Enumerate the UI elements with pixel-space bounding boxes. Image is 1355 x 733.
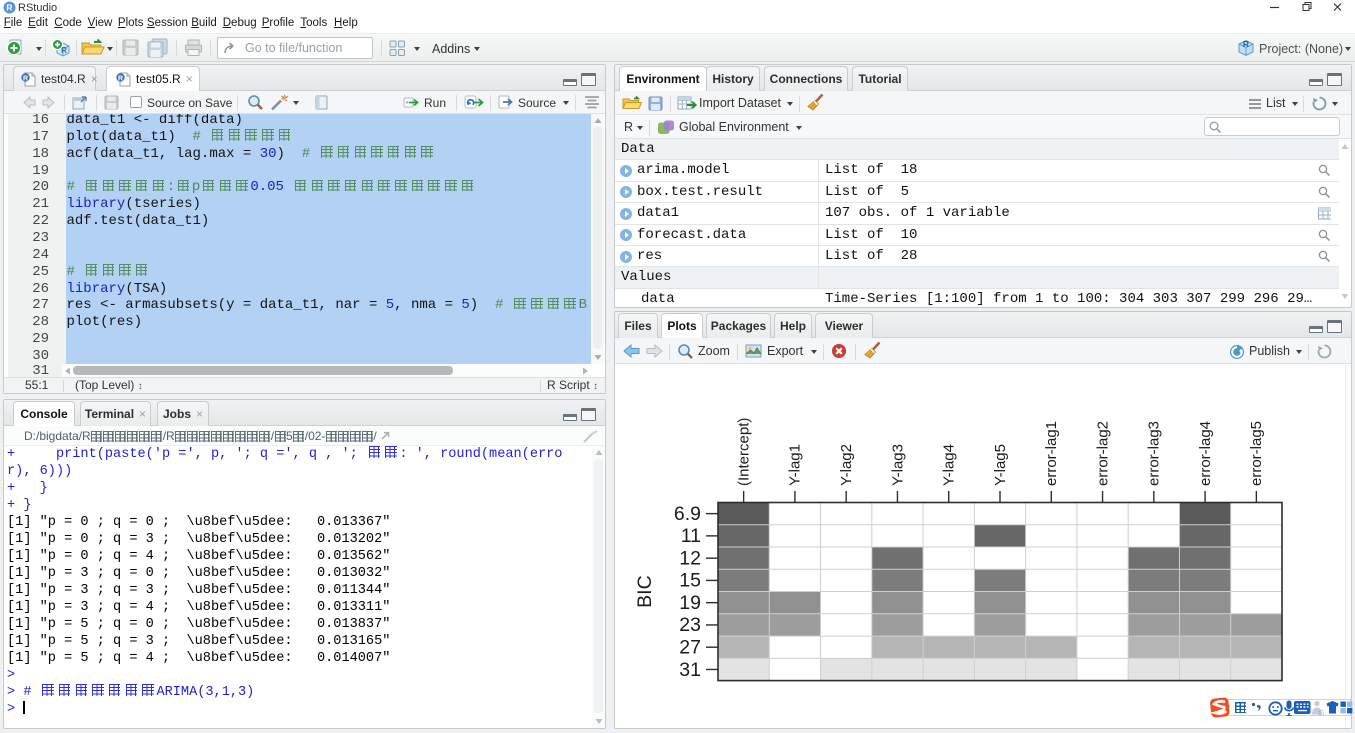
svg-text:error-lag2: error-lag2 — [1094, 421, 1111, 486]
svg-text:error-lag3: error-lag3 — [1146, 421, 1163, 486]
svg-text:Y-lag1: Y-lag1 — [787, 444, 804, 486]
svg-text:error-lag1: error-lag1 — [1043, 421, 1060, 486]
svg-text:6.9: 6.9 — [674, 503, 701, 525]
svg-text:15: 15 — [679, 570, 701, 592]
svg-text:BIC: BIC — [634, 575, 656, 608]
svg-text:23: 23 — [679, 614, 701, 636]
svg-text:Y-lag5: Y-lag5 — [992, 444, 1009, 486]
svg-text:19: 19 — [679, 592, 701, 614]
svg-text:error-lag5: error-lag5 — [1248, 421, 1265, 486]
svg-text:Y-lag2: Y-lag2 — [838, 444, 855, 486]
svg-text:R: R — [23, 75, 28, 82]
svg-text:11: 11 — [681, 525, 701, 547]
svg-text:R: R — [6, 3, 12, 13]
svg-text:(Intercept): (Intercept) — [735, 418, 752, 486]
svg-text:Y-lag3: Y-lag3 — [889, 444, 906, 486]
svg-text:R: R — [1243, 39, 1249, 49]
svg-text:Y-lag4: Y-lag4 — [941, 444, 958, 486]
svg-text:31: 31 — [679, 659, 701, 681]
svg-text:17: 17 — [1318, 710, 1324, 716]
svg-text:12: 12 — [679, 547, 701, 569]
svg-text:error-lag4: error-lag4 — [1197, 421, 1214, 486]
svg-text:27: 27 — [679, 637, 701, 659]
svg-text:R: R — [118, 75, 123, 82]
